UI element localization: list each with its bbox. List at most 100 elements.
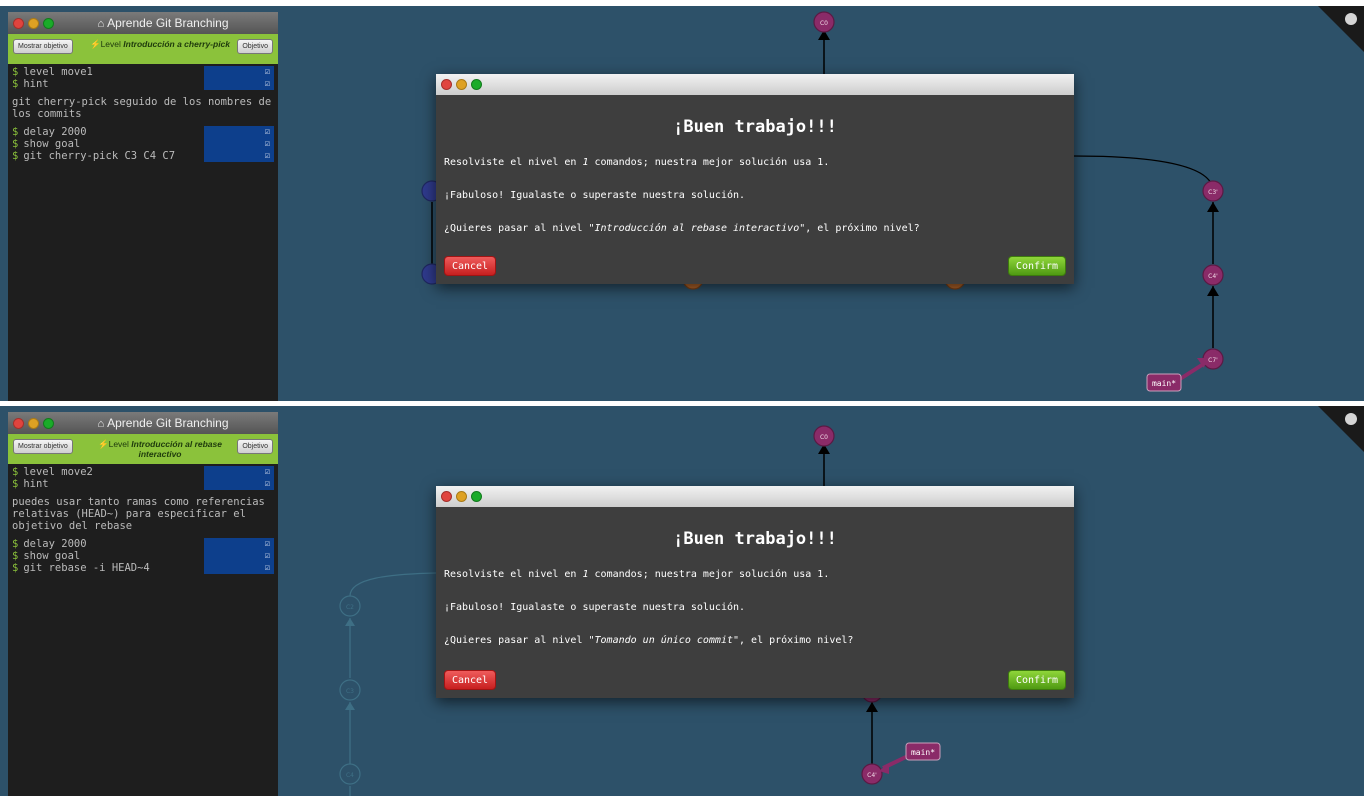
sidebar-2: ⌂ Aprende Git Branching Mostrar objetivo … — [8, 412, 278, 796]
prompt-symbol: $ — [12, 562, 19, 574]
result-text: comandos; nuestra mejor solución usa 1. — [588, 157, 830, 168]
minimize-icon[interactable] — [456, 491, 467, 502]
dialog-body: ¡Buen trabajo!!! Resolviste el nivel en … — [436, 529, 1074, 649]
dialog-title: ¡Buen trabajo!!! — [673, 529, 837, 549]
prompt-symbol: $ — [12, 478, 19, 490]
settings-icon — [1345, 413, 1357, 425]
command-text: hint — [23, 478, 49, 490]
commit-node-c3[interactable]: C3 — [339, 679, 361, 701]
level-title: Introducción al rebase interactivo — [131, 439, 222, 459]
commit-label: C4' — [867, 772, 877, 779]
checkmark-icon: ☑ — [264, 467, 270, 477]
result-line: Resolviste el nivel en 1 comandos; nuest… — [444, 154, 1066, 171]
commit-label: C0 — [820, 434, 828, 441]
praise-line: ¡Fabuloso! Igualaste o superaste nuestra… — [444, 190, 746, 201]
command-line: $ git rebase -i HEAD~4 ☑ — [12, 562, 274, 574]
commit-node-c0[interactable]: C0 — [813, 11, 835, 33]
success-dialog: ¡Buen trabajo!!! Resolviste el nivel en … — [436, 74, 1074, 284]
show-goal-button[interactable]: Mostrar objetivo — [13, 439, 73, 454]
checkmark-icon: ☑ — [264, 151, 270, 161]
prompt-symbol: $ — [12, 66, 19, 78]
result-text: comandos; nuestra mejor solución usa 1. — [588, 569, 830, 580]
terminal[interactable]: $ level move2 ☑ $ hint ☑ puedes usar tanto r… — [8, 464, 278, 576]
result-line: Resolviste el nivel en 1 comandos; nuest… — [444, 566, 1066, 583]
commit-label: C4 — [346, 772, 354, 779]
minimize-icon[interactable] — [456, 79, 467, 90]
game-panel-2: C0 C2 C3 C4 C4' main* ⌂ Aprende Git Bran… — [0, 406, 1364, 796]
commit-label: C4' — [1208, 273, 1218, 280]
checkmark-icon: ☑ — [264, 563, 270, 573]
commit-node-c4-prime[interactable]: C4' — [1202, 264, 1224, 286]
branch-label-main[interactable]: main* — [1146, 358, 1207, 392]
confirm-button[interactable]: Confirm — [1008, 670, 1066, 690]
corner-fold[interactable] — [1318, 406, 1364, 452]
window-title: ⌂ Aprende Git Branching — [8, 16, 278, 30]
goal-button[interactable]: Objetivo — [237, 439, 273, 454]
result-text: Resolviste el nivel en — [444, 157, 583, 168]
commit-node-c4[interactable]: C4 — [339, 763, 361, 785]
checkmark-icon: ☑ — [264, 67, 270, 77]
checkmark-icon: ☑ — [264, 79, 270, 89]
command-text: hint — [23, 78, 49, 90]
next-level-line: ¿Quieres pasar al nivel "Tomando un únic… — [444, 632, 1066, 649]
cancel-button[interactable]: Cancel — [444, 256, 496, 276]
game-panel-1: C0 C3' C4' C7' main* ⌂ Aprende Git Branc… — [0, 6, 1364, 401]
confirm-button[interactable]: Confirm — [1008, 256, 1066, 276]
dialog-titlebar — [436, 486, 1074, 507]
checkmark-icon: ☑ — [264, 127, 270, 137]
window-titlebar: ⌂ Aprende Git Branching — [8, 412, 278, 434]
next-text: , el próximo nivel? — [739, 635, 854, 646]
commit-node-c3-prime[interactable]: C3' — [1202, 180, 1224, 202]
prompt-symbol: $ — [12, 538, 19, 550]
hint-message: git cherry-pick seguido de los nombres d… — [12, 96, 272, 120]
dialog-title: ¡Buen trabajo!!! — [673, 117, 837, 137]
command-text: level move2 — [23, 466, 93, 478]
prompt-symbol: $ — [12, 78, 19, 90]
branch-label-text: main* — [1152, 379, 1176, 388]
command-group: $ level move1 ☑ $ hint ☑ — [12, 66, 274, 90]
command-group: $ level move2 ☑ $ hint ☑ — [12, 466, 274, 490]
cancel-button[interactable]: Cancel — [444, 670, 496, 690]
prompt-symbol: $ — [12, 138, 19, 150]
commit-label: C2 — [346, 604, 354, 611]
next-level-name: "Tomando un único commit" — [588, 635, 740, 646]
command-line: $ git cherry-pick C3 C4 C7 ☑ — [12, 150, 274, 162]
commit-node-c7-prime[interactable]: C7' — [1202, 348, 1224, 370]
maximize-icon[interactable] — [471, 491, 482, 502]
goal-button[interactable]: Objetivo — [237, 39, 273, 54]
commit-node-c4-prime[interactable]: C4' — [861, 763, 883, 785]
command-line: $ hint ☑ — [12, 478, 274, 490]
level-bar: Mostrar objetivo ⚡Level Introducción a c… — [8, 34, 278, 64]
terminal[interactable]: $ level move1 ☑ $ hint ☑ git cherry-pick seg… — [8, 64, 278, 164]
next-text: ¿Quieres pasar al nivel — [444, 223, 589, 234]
window-titlebar: ⌂ Aprende Git Branching — [8, 12, 278, 34]
show-goal-button[interactable]: Mostrar objetivo — [13, 39, 73, 54]
next-text: ¿Quieres pasar al nivel — [444, 635, 589, 646]
command-text: delay 2000 — [23, 126, 87, 138]
commit-label: C0 — [820, 20, 828, 27]
command-line: $ delay 2000 ☑ — [12, 538, 274, 550]
close-icon[interactable] — [441, 79, 452, 90]
maximize-icon[interactable] — [471, 79, 482, 90]
level-bar: Mostrar objetivo ⚡Level Introducción al … — [8, 434, 278, 464]
commit-node-c0[interactable]: C0 — [813, 425, 835, 447]
next-text: , el próximo nivel? — [805, 223, 920, 234]
sidebar-1: ⌂ Aprende Git Branching Mostrar objetivo … — [8, 12, 278, 401]
command-line: $ delay 2000 ☑ — [12, 126, 274, 138]
praise-line: ¡Fabuloso! Igualaste o superaste nuestra… — [444, 602, 746, 613]
checkmark-icon: ☑ — [264, 479, 270, 489]
command-text: show goal — [23, 550, 81, 562]
level-name: ⚡Level Introducción a cherry-pick — [84, 39, 236, 49]
close-icon[interactable] — [441, 491, 452, 502]
command-group: $ delay 2000 ☑ $ show goal ☑ $ git rebase -i … — [12, 538, 274, 574]
commit-label: C3 — [346, 688, 354, 695]
prompt-symbol: $ — [12, 126, 19, 138]
corner-fold[interactable] — [1318, 6, 1364, 52]
branch-label-main[interactable]: main* — [879, 742, 941, 774]
commit-node-c2[interactable]: C2 — [339, 595, 361, 617]
window-title-text: Aprende Git Branching — [107, 416, 229, 430]
next-level-line: ¿Quieres pasar al nivel "Introducción al… — [444, 220, 1066, 237]
level-title: Introducción a cherry-pick — [123, 39, 231, 49]
hint-message: puedes usar tanto ramas como referencias… — [12, 496, 265, 532]
next-level-name: "Introducción al rebase interactivo" — [588, 223, 806, 234]
